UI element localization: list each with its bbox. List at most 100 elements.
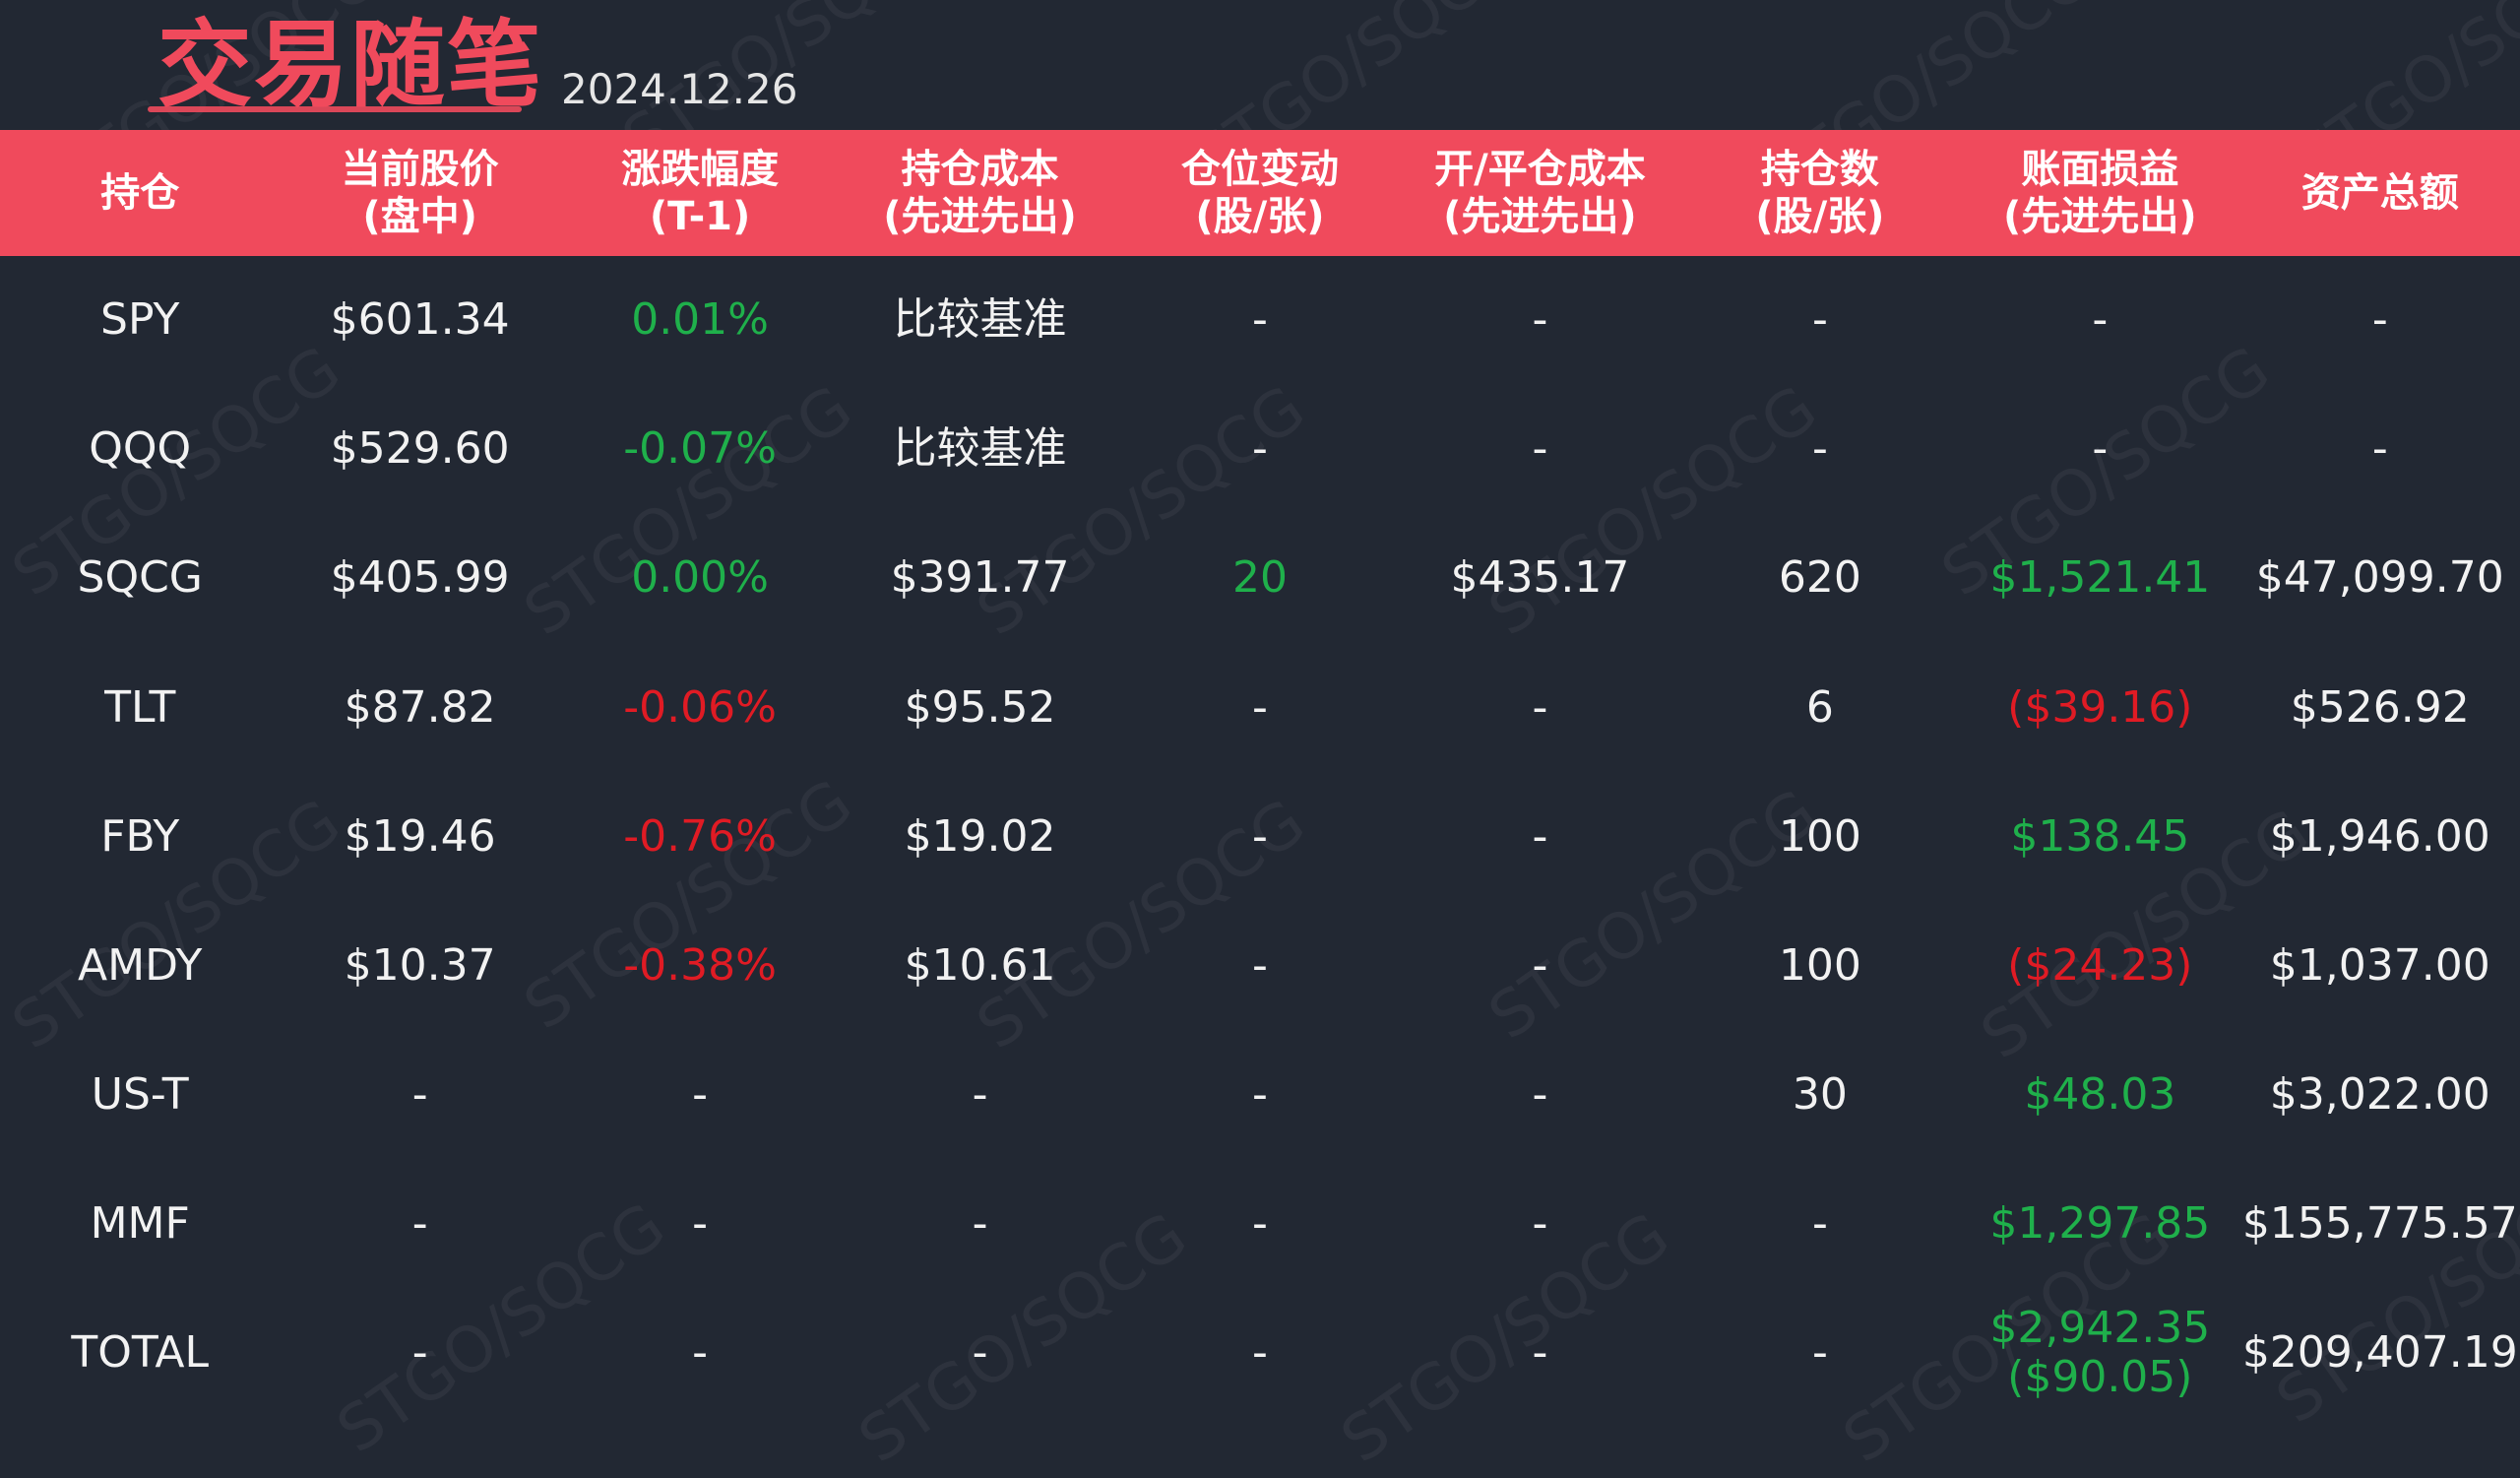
ticker-cell: FBY [100, 810, 180, 862]
shares-cell: 100 [1778, 939, 1861, 991]
header-line1: 当前股价 [341, 147, 499, 192]
ticker-cell: AMDY [78, 939, 203, 991]
position-change-cell: - [1252, 1068, 1268, 1120]
total-assets-cell: $3,022.00 [2269, 1068, 2490, 1120]
table-header-row: 持仓 当前股价 (盘中) 涨跌幅度 (T-1) 持仓成本 (先进先出) 仓位变动… [0, 130, 2520, 256]
change-cell: - [692, 1198, 709, 1250]
price-cell: $529.60 [330, 423, 510, 475]
cost-cell: 比较基准 [893, 294, 1067, 346]
pnl-cell: $1,521.41 [1989, 552, 2211, 604]
change-cell: 0.00% [631, 552, 769, 604]
col-header-current-price: 当前股价 (盘中) [280, 146, 559, 240]
shares-cell: - [1811, 1198, 1828, 1250]
price-cell: - [411, 1198, 428, 1250]
page-title: 交易随笔 [158, 10, 543, 120]
price-cell: $87.82 [344, 681, 496, 733]
table-row: FBY $19.46 -0.76% $19.02 - - 100 $138.45… [0, 772, 2520, 901]
cost-cell: $391.77 [890, 552, 1070, 604]
table-row-total: TOTAL - - - - - - $2,942.35 ($90.05) $20… [0, 1289, 2520, 1418]
total-assets-cell: $155,775.57 [2241, 1198, 2518, 1250]
table-body: SPY $601.34 0.01% 比较基准 - - - - - QQQ $52… [0, 256, 2520, 1418]
ticker-cell: TOTAL [71, 1327, 210, 1379]
shares-cell: - [1811, 294, 1828, 346]
header-line1: 持仓成本 [901, 147, 1059, 192]
total-assets-cell: - [2371, 294, 2388, 346]
change-cell: - [692, 1068, 709, 1120]
shares-cell: - [1811, 1327, 1828, 1379]
cost-cell: - [972, 1327, 988, 1379]
pnl-cell: ($24.23) [2007, 939, 2193, 991]
pnl-cell: - [2092, 423, 2109, 475]
open-close-cost-cell: - [1532, 1068, 1548, 1120]
cost-cell: - [972, 1198, 988, 1250]
open-close-cost-cell: $435.17 [1450, 552, 1630, 604]
header-line1: 持仓 [100, 170, 180, 216]
open-close-cost-cell: - [1532, 1198, 1548, 1250]
pnl-cell: ($39.16) [2007, 681, 2193, 733]
pnl-total-loss: ($90.05) [2007, 1352, 2193, 1403]
page-date: 2024.12.26 [561, 65, 798, 113]
price-cell: $19.46 [344, 810, 496, 862]
total-assets-cell: - [2371, 423, 2388, 475]
price-cell: - [411, 1068, 428, 1120]
open-close-cost-cell: - [1532, 294, 1548, 346]
open-close-cost-cell: - [1532, 939, 1548, 991]
position-change-cell: - [1252, 1327, 1268, 1379]
total-assets-cell: $1,946.00 [2269, 810, 2490, 862]
pnl-cell: $138.45 [2010, 810, 2190, 862]
change-cell: -0.07% [623, 423, 777, 475]
shares-cell: 30 [1792, 1068, 1848, 1120]
position-change-cell: - [1252, 810, 1268, 862]
table-row: AMDY $10.37 -0.38% $10.61 - - 100 ($24.2… [0, 902, 2520, 1031]
pnl-cell: - [2092, 294, 2109, 346]
shares-cell: - [1811, 423, 1828, 475]
total-assets-cell: $209,407.19 [2241, 1327, 2518, 1379]
header-line2: (先进先出) [1443, 194, 1637, 239]
header-line1: 仓位变动 [1180, 147, 1339, 192]
price-cell: $10.37 [344, 939, 496, 991]
position-change-cell: 20 [1231, 552, 1288, 604]
table-row: US-T - - - - - 30 $48.03 $3,022.00 [0, 1031, 2520, 1160]
cost-cell: 比较基准 [893, 423, 1067, 475]
col-header-open-close-cost: 开/平仓成本 (先进先出) [1400, 146, 1679, 240]
cost-cell: $95.52 [904, 681, 1056, 733]
title-underline [148, 106, 522, 112]
pnl-cell-total: $2,942.35 ($90.05) [1960, 1302, 2239, 1403]
ticker-cell: US-T [91, 1068, 189, 1120]
pnl-total-gain: $2,942.35 [1989, 1302, 2211, 1353]
table-row: TLT $87.82 -0.06% $95.52 - - 6 ($39.16) … [0, 643, 2520, 772]
ticker-cell: QQQ [89, 423, 192, 475]
price-cell: $601.34 [330, 294, 510, 346]
col-header-total-assets: 资产总额 [2240, 169, 2520, 217]
change-cell: - [692, 1327, 709, 1379]
change-cell: -0.38% [623, 939, 777, 991]
pnl-cell: $1,297.85 [1989, 1198, 2211, 1250]
header-line2: (先进先出) [883, 194, 1077, 239]
cost-cell: - [972, 1068, 988, 1120]
header-line2: (先进先出) [2003, 194, 2197, 239]
shares-cell: 100 [1778, 810, 1861, 862]
change-cell: -0.76% [623, 810, 777, 862]
change-cell: -0.06% [623, 681, 777, 733]
open-close-cost-cell: - [1532, 423, 1548, 475]
table-row: SPY $601.34 0.01% 比较基准 - - - - - [0, 256, 2520, 385]
col-header-holding: 持仓 [0, 169, 280, 217]
shares-cell: 6 [1805, 681, 1834, 733]
position-change-cell: - [1252, 423, 1268, 475]
header-line1: 涨跌幅度 [621, 147, 780, 192]
trading-notes-page: STGO/SQCG STGO/SQCG STGO/SQCG STGO/SQCG … [0, 0, 2520, 1478]
header-line1: 持仓数 [1760, 147, 1879, 192]
page-header: 交易随笔 2024.12.26 [0, 0, 2520, 130]
position-change-cell: - [1252, 681, 1268, 733]
open-close-cost-cell: - [1532, 810, 1548, 862]
cost-cell: $10.61 [904, 939, 1056, 991]
total-assets-cell: $47,099.70 [2255, 552, 2504, 604]
shares-cell: 620 [1778, 552, 1861, 604]
header-line2: (股/张) [1755, 194, 1885, 239]
cost-cell: $19.02 [904, 810, 1056, 862]
header-line1: 资产总额 [2300, 170, 2459, 216]
price-cell: $405.99 [330, 552, 510, 604]
change-cell: 0.01% [631, 294, 769, 346]
open-close-cost-cell: - [1532, 681, 1548, 733]
col-header-cost-basis: 持仓成本 (先进先出) [840, 146, 1119, 240]
